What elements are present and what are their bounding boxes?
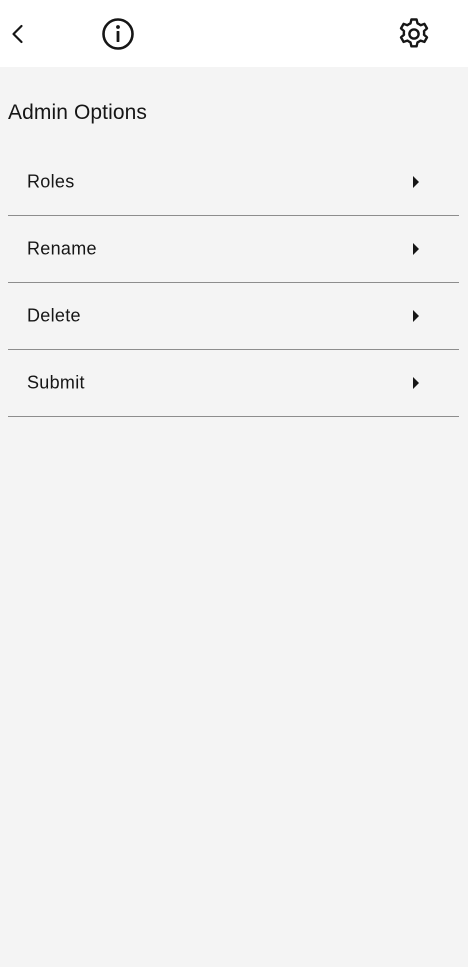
menu-item-delete[interactable]: Delete bbox=[8, 283, 459, 350]
caret-right-icon bbox=[413, 176, 419, 188]
menu-item-label: Submit bbox=[27, 372, 85, 393]
menu-item-label: Delete bbox=[27, 305, 81, 326]
back-button[interactable] bbox=[0, 12, 36, 56]
caret-right-icon bbox=[413, 377, 419, 389]
info-icon bbox=[102, 18, 134, 50]
menu-item-label: Rename bbox=[27, 238, 97, 259]
chevron-left-icon bbox=[12, 24, 23, 44]
caret-right-icon bbox=[413, 310, 419, 322]
caret-right-icon bbox=[413, 243, 419, 255]
menu-item-submit[interactable]: Submit bbox=[8, 350, 459, 417]
admin-options-list: Roles Rename Delete Submit bbox=[8, 149, 459, 417]
menu-item-label: Roles bbox=[27, 171, 75, 192]
settings-button[interactable] bbox=[392, 12, 436, 56]
menu-item-roles[interactable]: Roles bbox=[8, 149, 459, 216]
menu-item-rename[interactable]: Rename bbox=[8, 216, 459, 283]
section-title: Admin Options bbox=[8, 101, 148, 124]
info-button[interactable] bbox=[96, 12, 140, 56]
gear-icon bbox=[399, 18, 429, 48]
top-bar bbox=[0, 0, 468, 67]
